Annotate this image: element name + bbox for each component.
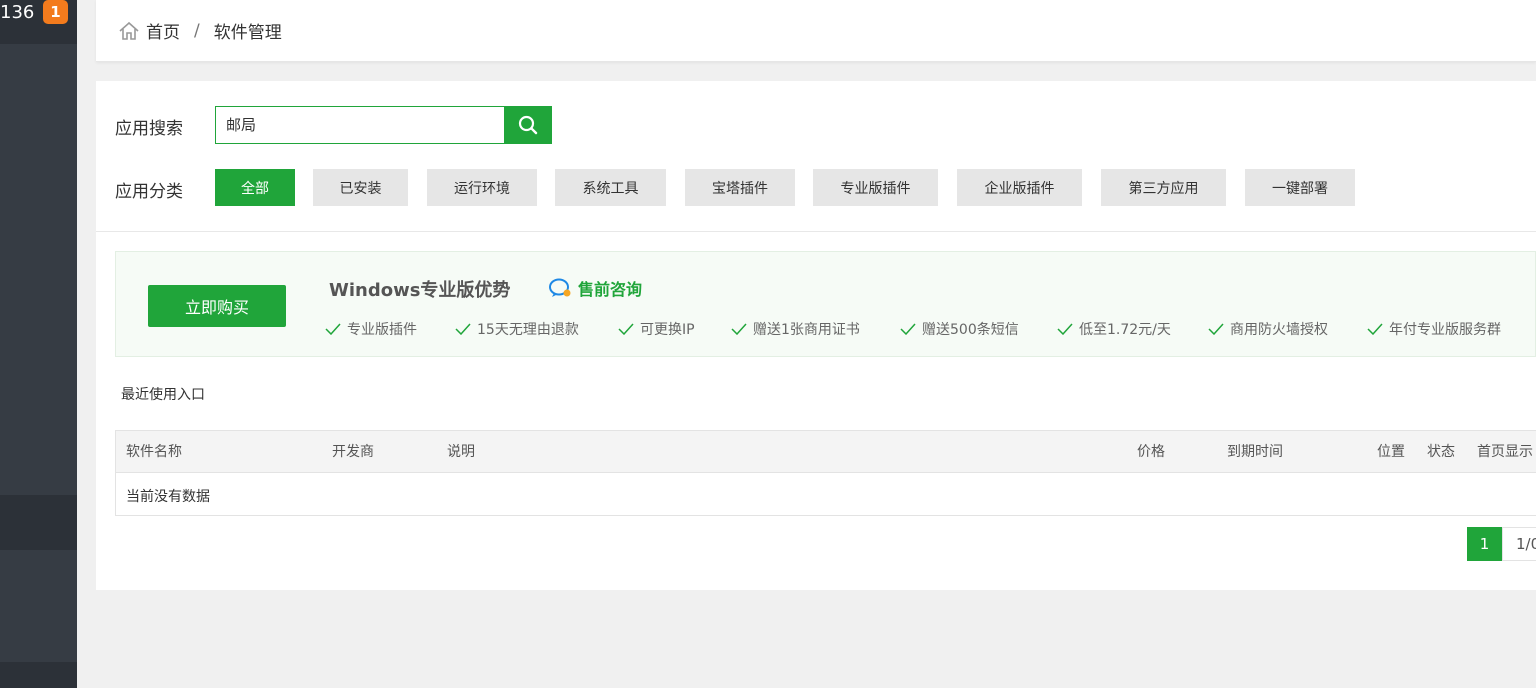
pagination-info: 1/0 (1502, 527, 1536, 561)
sidebar-top-number: 136 (0, 2, 35, 23)
search-icon (518, 115, 538, 135)
check-icon (325, 323, 341, 335)
feature-item: 15天无理由退款 (455, 319, 579, 339)
home-icon[interactable] (118, 21, 140, 41)
category-runtime[interactable]: 运行环境 (427, 169, 537, 206)
breadcrumb-current: 软件管理 (213, 23, 282, 43)
feature-item: 专业版插件 (325, 319, 417, 339)
feature-text: 可更换IP (640, 322, 695, 338)
category-bt-plugins[interactable]: 宝塔插件 (685, 169, 795, 206)
feature-item: 可更换IP (618, 319, 695, 339)
category-system-tools[interactable]: 系统工具 (555, 169, 666, 206)
category-pro-plugins[interactable]: 专业版插件 (813, 169, 938, 206)
sidebar: 136 1 (0, 0, 77, 688)
feature-text: 15天无理由退款 (477, 322, 579, 338)
search-label: 应用搜索 (115, 119, 183, 139)
chat-bubble-icon (549, 278, 571, 297)
search-button[interactable] (504, 106, 552, 144)
column-software-name: 软件名称 (126, 444, 182, 460)
column-home-display: 首页显示 (1477, 444, 1533, 460)
presale-consult-label: 售前咨询 (578, 280, 643, 299)
feature-text: 低至1.72元/天 (1079, 322, 1171, 338)
column-description: 说明 (447, 444, 475, 460)
sidebar-top-item[interactable]: 136 1 (0, 0, 77, 44)
category-third-party[interactable]: 第三方应用 (1101, 169, 1226, 206)
check-icon (900, 323, 916, 335)
software-table: 软件名称 开发商 说明 价格 到期时间 位置 状态 首页显示 当前没有数据 (115, 430, 1536, 516)
promo-title: Windows专业版优势 (329, 280, 511, 301)
feature-text: 商用防火墙授权 (1230, 322, 1328, 338)
column-expire-time: 到期时间 (1227, 444, 1283, 460)
check-icon (1057, 323, 1073, 335)
column-location: 位置 (1377, 444, 1405, 460)
check-icon (455, 323, 471, 335)
sidebar-item-bottom[interactable] (0, 662, 77, 688)
breadcrumb-home[interactable]: 首页 (146, 18, 180, 43)
pro-promo-banner: 立即购买 Windows专业版优势 售前咨询 专业版插件 15天无理由退款 可更… (115, 251, 1536, 357)
buy-now-button[interactable]: 立即购买 (148, 285, 286, 327)
software-panel: 应用搜索 邮局 应用分类 全部 已安装 运行环境 系统工具 宝塔插件 专业版插件… (96, 81, 1536, 590)
table-empty-text: 当前没有数据 (126, 489, 210, 505)
check-icon (618, 323, 634, 335)
breadcrumb-separator: / (194, 20, 200, 41)
category-one-click-deploy[interactable]: 一键部署 (1245, 169, 1355, 206)
pagination-current-page[interactable]: 1 (1467, 527, 1502, 561)
feature-text: 专业版插件 (347, 322, 417, 338)
check-icon (731, 323, 747, 335)
column-status: 状态 (1427, 444, 1455, 460)
feature-text: 赠送1张商用证书 (753, 322, 860, 338)
feature-item: 赠送1张商用证书 (731, 319, 860, 339)
divider (96, 231, 1536, 232)
search-input[interactable]: 邮局 (215, 106, 505, 144)
column-price: 价格 (1137, 444, 1165, 460)
category-label: 应用分类 (115, 182, 183, 202)
feature-text: 年付专业版服务群 (1389, 322, 1501, 338)
category-enterprise-plugins[interactable]: 企业版插件 (957, 169, 1082, 206)
breadcrumb: 首页 / 软件管理 (96, 0, 1536, 62)
feature-text: 赠送500条短信 (922, 322, 1019, 338)
feature-item: 低至1.72元/天 (1057, 319, 1171, 339)
column-developer: 开发商 (332, 444, 374, 460)
check-icon (1367, 323, 1383, 335)
sidebar-item-active[interactable] (0, 495, 77, 550)
table-header: 软件名称 开发商 说明 价格 到期时间 位置 状态 首页显示 (116, 431, 1536, 473)
category-all[interactable]: 全部 (215, 169, 295, 206)
recent-entry-label: 最近使用入口 (121, 387, 205, 403)
category-installed[interactable]: 已安装 (313, 169, 408, 206)
check-icon (1208, 323, 1224, 335)
notification-badge[interactable]: 1 (43, 0, 68, 24)
feature-item: 年付专业版服务群 (1367, 319, 1501, 339)
presale-consult-link[interactable]: 售前咨询 (548, 276, 642, 300)
feature-item: 赠送500条短信 (900, 319, 1019, 339)
feature-item: 商用防火墙授权 (1208, 319, 1328, 339)
